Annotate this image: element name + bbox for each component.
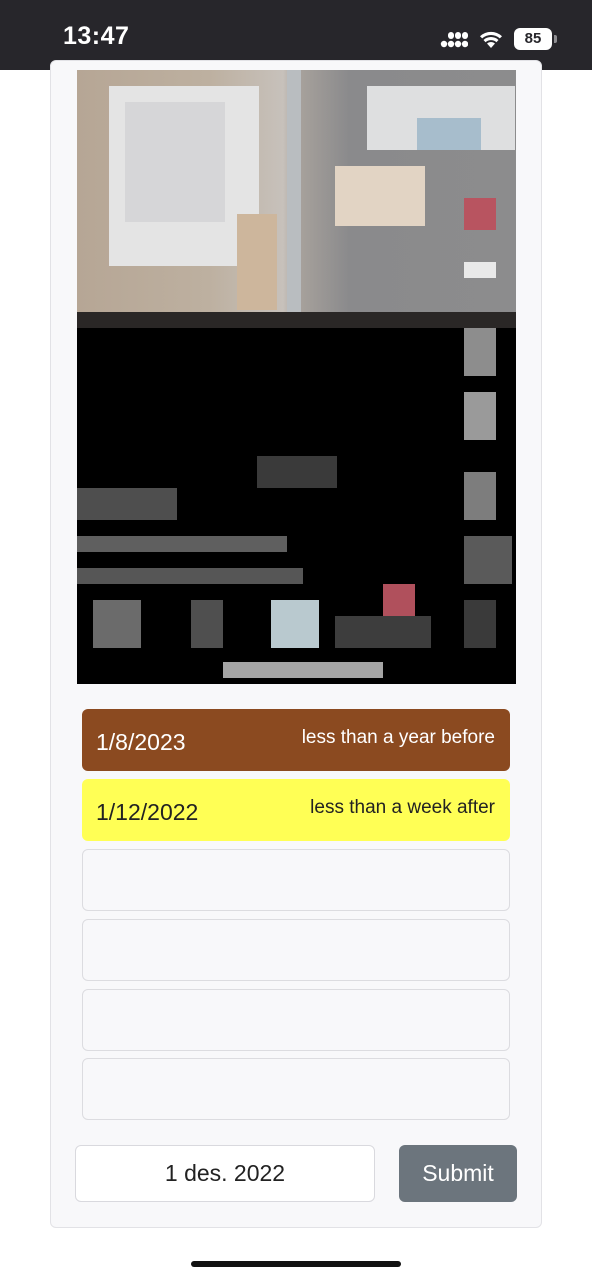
photo-icon-block-2	[191, 600, 223, 648]
wifi-icon	[480, 31, 502, 48]
battery-icon: 85	[514, 28, 557, 50]
guess-row-4	[82, 919, 510, 981]
photo-icon-block-3	[271, 600, 319, 648]
photo-mid-gray	[257, 456, 337, 488]
photo-light-patch	[335, 166, 425, 226]
photo-icon-block-5	[464, 600, 496, 648]
guess-hint: less than a year before	[301, 727, 495, 748]
photo-text-line-2	[77, 536, 287, 552]
photo-icon-block-1	[93, 600, 141, 648]
photo-tan-patch	[237, 214, 277, 310]
photo-red-block	[383, 584, 415, 616]
photo-icon-block-4	[335, 616, 431, 648]
guess-date: 1/8/2023	[96, 729, 186, 755]
photo-red-patch	[464, 198, 496, 230]
photo-white-patch	[464, 262, 496, 278]
date-input[interactable]: 1 des. 2022	[75, 1145, 375, 1202]
guess-row-1: 1/8/2023 less than a year before	[82, 709, 510, 771]
photo-text-line-3	[77, 568, 303, 584]
photo-right-gray-4	[464, 536, 512, 584]
photo-scrollbar-thumb	[223, 662, 383, 678]
photo-text-line-1	[77, 488, 177, 520]
pixelated-photo	[77, 70, 516, 684]
photo-edge-strip	[77, 312, 516, 328]
photo-right-gray-3	[464, 472, 496, 520]
guess-row-3	[82, 849, 510, 911]
guess-row-5	[82, 989, 510, 1051]
photo-right-gray-2	[464, 392, 496, 440]
photo-divider	[287, 70, 301, 326]
guess-hint: less than a week after	[310, 797, 495, 818]
photo-paper-inner	[125, 102, 225, 222]
signal-icon	[440, 32, 468, 48]
status-icons: 85	[440, 24, 557, 54]
photo-right-gray-1	[464, 328, 496, 376]
photo-blue-patch	[417, 118, 481, 150]
guess-row-6	[82, 1058, 510, 1120]
home-indicator	[191, 1261, 401, 1267]
status-time: 13:47	[63, 22, 130, 50]
submit-button[interactable]: Submit	[399, 1145, 517, 1202]
guess-date: 1/12/2022	[96, 799, 199, 825]
guess-row-2: 1/12/2022 less than a week after	[82, 779, 510, 841]
